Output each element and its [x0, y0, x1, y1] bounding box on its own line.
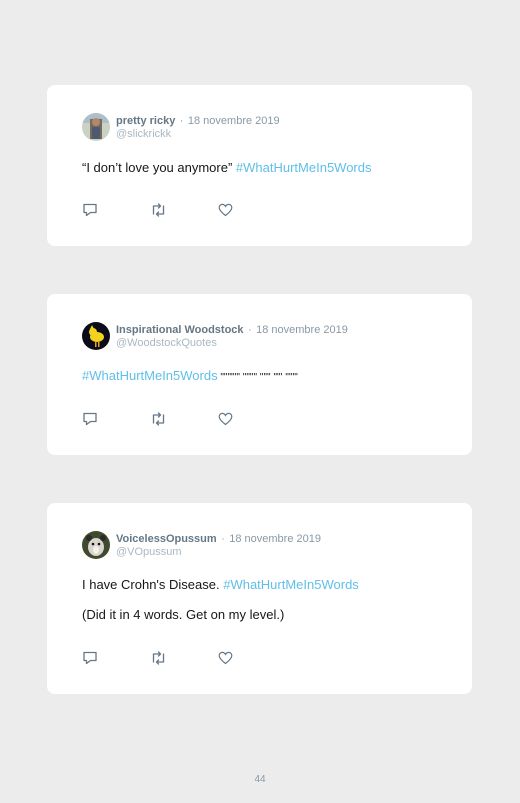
hashtag-link[interactable]: #WhatHurtMeIn5Words: [82, 368, 218, 383]
tweet-date[interactable]: 18 novembre 2019: [188, 115, 280, 127]
reply-icon[interactable]: [82, 651, 150, 665]
tweet-actions: [82, 203, 286, 217]
hashtag-link[interactable]: #WhatHurtMeIn5Words: [236, 160, 372, 175]
separator: ·: [247, 324, 252, 336]
display-name[interactable]: pretty ricky: [116, 115, 175, 127]
tweet-card-2: Inspirational Woodstock · 18 novembre 20…: [47, 294, 472, 455]
retweet-icon[interactable]: [150, 203, 218, 217]
tweet-text: #WhatHurtMeIn5Words """""' """" '""' ""'…: [82, 368, 298, 383]
like-icon[interactable]: [218, 203, 286, 217]
tweet-text-part: I have Crohn's Disease.: [82, 577, 224, 592]
tweet-card-1: pretty ricky · 18 novembre 2019 @slickri…: [47, 85, 472, 246]
tweet-text: “I don’t love you anymore” #WhatHurtMeIn…: [82, 160, 372, 175]
tweet-date[interactable]: 18 novembre 2019: [229, 533, 321, 545]
user-handle[interactable]: @VOpussum: [116, 546, 321, 559]
reply-icon[interactable]: [82, 412, 150, 426]
tweet-text: I have Crohn's Disease. #WhatHurtMeIn5Wo…: [82, 577, 359, 592]
user-handle[interactable]: @slickrickk: [116, 128, 280, 141]
tweet-text-part: """""' """" '""' ""' '""": [217, 372, 298, 383]
like-icon[interactable]: [218, 412, 286, 426]
tweet-header: Inspirational Woodstock · 18 novembre 20…: [82, 322, 348, 350]
tweet-text-second-line: (Did it in 4 words. Get on my level.): [82, 607, 285, 622]
retweet-icon[interactable]: [150, 651, 218, 665]
tweet-card-3: VoicelessOpussum · 18 novembre 2019 @VOp…: [47, 503, 472, 694]
tweet-header: VoicelessOpussum · 18 novembre 2019 @VOp…: [82, 531, 321, 559]
separator: ·: [221, 533, 225, 545]
reply-icon[interactable]: [82, 203, 150, 217]
display-name[interactable]: VoicelessOpussum: [116, 533, 217, 545]
avatar[interactable]: [82, 322, 110, 350]
separator: ·: [179, 115, 184, 127]
avatar[interactable]: [82, 531, 110, 559]
retweet-icon[interactable]: [150, 412, 218, 426]
like-icon[interactable]: [218, 651, 286, 665]
user-handle[interactable]: @WoodstockQuotes: [116, 337, 348, 350]
tweet-date[interactable]: 18 novembre 2019: [256, 324, 348, 336]
tweet-text-part: “I don’t love you anymore”: [82, 160, 236, 175]
page-number: 44: [254, 774, 266, 785]
tweet-actions: [82, 412, 286, 426]
tweet-actions: [82, 651, 286, 665]
display-name[interactable]: Inspirational Woodstock: [116, 324, 244, 336]
avatar[interactable]: [82, 113, 110, 141]
hashtag-link[interactable]: #WhatHurtMeIn5Words: [223, 577, 359, 592]
tweet-header: pretty ricky · 18 novembre 2019 @slickri…: [82, 113, 280, 141]
